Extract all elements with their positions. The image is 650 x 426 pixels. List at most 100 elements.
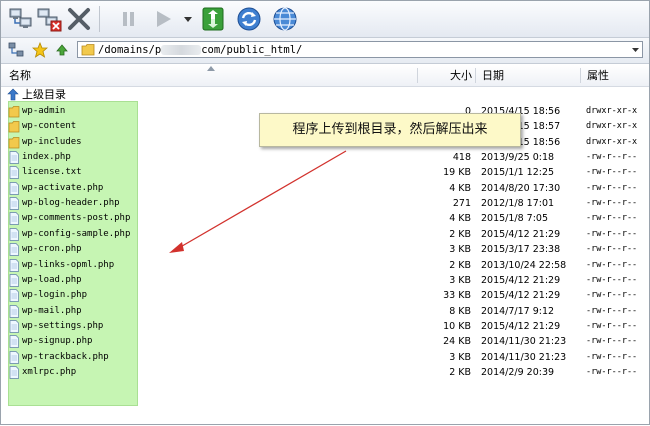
file-row[interactable]: wp-mail.php 8 KB 2014/7/17 9:12 -rw-r--r--	[1, 304, 649, 319]
path-input[interactable]: /domains/p com/public_html/	[77, 41, 643, 58]
up-arrow-icon	[56, 44, 68, 56]
column-size-header[interactable]: 大小	[450, 65, 472, 86]
toolbar-separator	[99, 6, 100, 32]
file-row[interactable]: wp-comments-post.php 4 KB 2015/1/8 7:05 -rw…	[1, 211, 649, 226]
annotation-callout: 程序上传到根目录，然后解压出来	[259, 113, 521, 147]
file-name: wp-admin	[22, 106, 66, 116]
file-permissions: -rw-r--r--	[586, 290, 638, 301]
file-row[interactable]: wp-login.php 33 KB 2015/4/12 21:29 -rw-r--r…	[1, 288, 649, 303]
folder-icon	[8, 121, 20, 133]
file-row[interactable]: xmlrpc.php 2 KB 2014/2/9 20:39 -rw-r--r--	[1, 365, 649, 380]
file-permissions: drwxr-xr-x	[586, 136, 638, 147]
play-dropdown-button[interactable]	[183, 5, 193, 33]
file-permissions: -rw-r--r--	[586, 152, 638, 163]
star-icon	[32, 42, 48, 58]
file-size: 19 KB	[443, 167, 471, 179]
file-name: index.php	[22, 152, 71, 163]
file-size: 8 KB	[449, 305, 471, 317]
file-icon	[9, 212, 19, 226]
file-row[interactable]: wp-blog-header.php 271 2012/1/8 17:01 -rw-r…	[1, 196, 649, 211]
sync-icon	[202, 7, 224, 31]
file-row[interactable]: wp-signup.php 24 KB 2014/11/30 21:23 -rw-r-…	[1, 334, 649, 349]
file-name: wp-load.php	[22, 274, 82, 285]
file-name: wp-config-sample.php	[22, 228, 131, 239]
file-permissions: -rw-r--r--	[586, 182, 638, 193]
column-header: 名称 大小 日期 属性	[1, 65, 649, 87]
file-row[interactable]: wp-load.php 3 KB 2015/4/12 21:29 -rw-r--r--	[1, 273, 649, 288]
refresh-icon	[237, 7, 261, 31]
sync-button[interactable]	[199, 5, 227, 33]
file-row[interactable]: wp-cron.php 3 KB 2015/3/17 23:38 -rw-r--r--	[1, 242, 649, 257]
folder-icon	[8, 136, 20, 149]
file-icon	[9, 350, 19, 364]
file-icon	[9, 335, 19, 349]
column-name-header[interactable]: 名称	[9, 65, 31, 86]
ftp-client-window: /domains/p com/public_html/ 名称 大小 日期 属性 上…	[0, 0, 650, 425]
disconnect-icon	[37, 8, 62, 32]
file-row[interactable]: wp-trackback.php 3 KB 2014/11/30 21:23 -rw-…	[1, 350, 649, 365]
disconnect-button[interactable]	[35, 5, 63, 33]
file-row[interactable]: wp-links-opml.php 2 KB 2013/10/24 22:58 -rw…	[1, 258, 649, 273]
file-icon	[9, 166, 19, 180]
file-name: wp-trackback.php	[22, 351, 109, 362]
file-row[interactable]: wp-activate.php 4 KB 2014/8/20 17:30 -rw-r-…	[1, 181, 649, 196]
file-name: xmlrpc.php	[22, 366, 77, 377]
file-row[interactable]: wp-config-sample.php 2 KB 2015/4/12 21:29 -…	[1, 227, 649, 242]
file-date: 2015/1/1 12:25	[481, 167, 555, 179]
file-row[interactable]: index.php 418 2013/9/25 0:18 -rw-r--r--	[1, 150, 649, 165]
file-date: 2014/7/17 9:12	[481, 305, 555, 317]
column-date-header[interactable]: 日期	[482, 65, 504, 86]
file-date: 2013/10/24 22:58	[481, 259, 567, 271]
pause-icon	[123, 12, 134, 26]
file-size: 271	[452, 198, 471, 210]
file-name: wp-signup.php	[22, 336, 93, 347]
file-permissions: drwxr-xr-x	[586, 106, 638, 116]
file-icon	[9, 304, 19, 318]
file-permissions: -rw-r--r--	[586, 259, 638, 270]
address-bar: /domains/p com/public_html/	[1, 38, 649, 64]
pause-button[interactable]	[115, 5, 143, 33]
parent-directory-row[interactable]: 上级目录	[1, 87, 649, 102]
connect-button[interactable]	[7, 5, 35, 33]
column-divider[interactable]	[417, 68, 418, 83]
redacted-domain	[161, 45, 202, 55]
play-button[interactable]	[149, 5, 177, 33]
file-date: 2015/1/8 7:05	[481, 213, 549, 225]
file-date: 2015/4/12 21:29	[481, 290, 561, 302]
cancel-button[interactable]	[65, 5, 93, 33]
go-up-button[interactable]	[53, 41, 71, 59]
file-date: 2015/4/12 21:29	[481, 228, 561, 240]
file-icon	[9, 273, 19, 287]
path-suffix: com/public_html/	[201, 44, 303, 56]
favorites-button[interactable]	[31, 41, 49, 59]
column-perm-header[interactable]: 属性	[587, 65, 609, 86]
path-dropdown-button[interactable]	[629, 43, 641, 56]
refresh-button[interactable]	[235, 5, 263, 33]
file-size: 33 KB	[443, 290, 471, 302]
play-icon	[157, 11, 171, 27]
file-row[interactable]: wp-settings.php 10 KB 2015/4/12 21:29 -rw-r…	[1, 319, 649, 334]
file-size: 2 KB	[449, 366, 471, 378]
file-name: wp-mail.php	[22, 305, 82, 316]
file-date: 2014/11/30 21:23	[481, 336, 567, 348]
cancel-icon	[68, 8, 90, 30]
file-permissions: -rw-r--r--	[586, 198, 638, 209]
file-icon	[9, 289, 19, 303]
site-manager-button[interactable]	[7, 41, 25, 59]
file-name: wp-login.php	[22, 290, 88, 301]
file-date: 2015/4/12 21:29	[481, 274, 561, 286]
file-icon	[9, 366, 19, 379]
browser-button[interactable]	[271, 5, 299, 33]
file-permissions: -rw-r--r--	[586, 366, 638, 377]
file-name: wp-includes	[22, 136, 82, 147]
file-permissions: -rw-r--r--	[586, 320, 638, 331]
column-divider[interactable]	[580, 68, 581, 83]
chevron-down-icon	[184, 16, 192, 22]
file-size: 3 KB	[449, 274, 471, 286]
file-size: 3 KB	[449, 351, 471, 363]
connect-icon	[9, 8, 32, 28]
file-date: 2013/9/25 0:18	[481, 152, 555, 164]
file-row[interactable]: license.txt 19 KB 2015/1/1 12:25 -rw-r--r--	[1, 165, 649, 180]
network-icon	[8, 42, 24, 57]
column-divider[interactable]	[475, 68, 476, 83]
